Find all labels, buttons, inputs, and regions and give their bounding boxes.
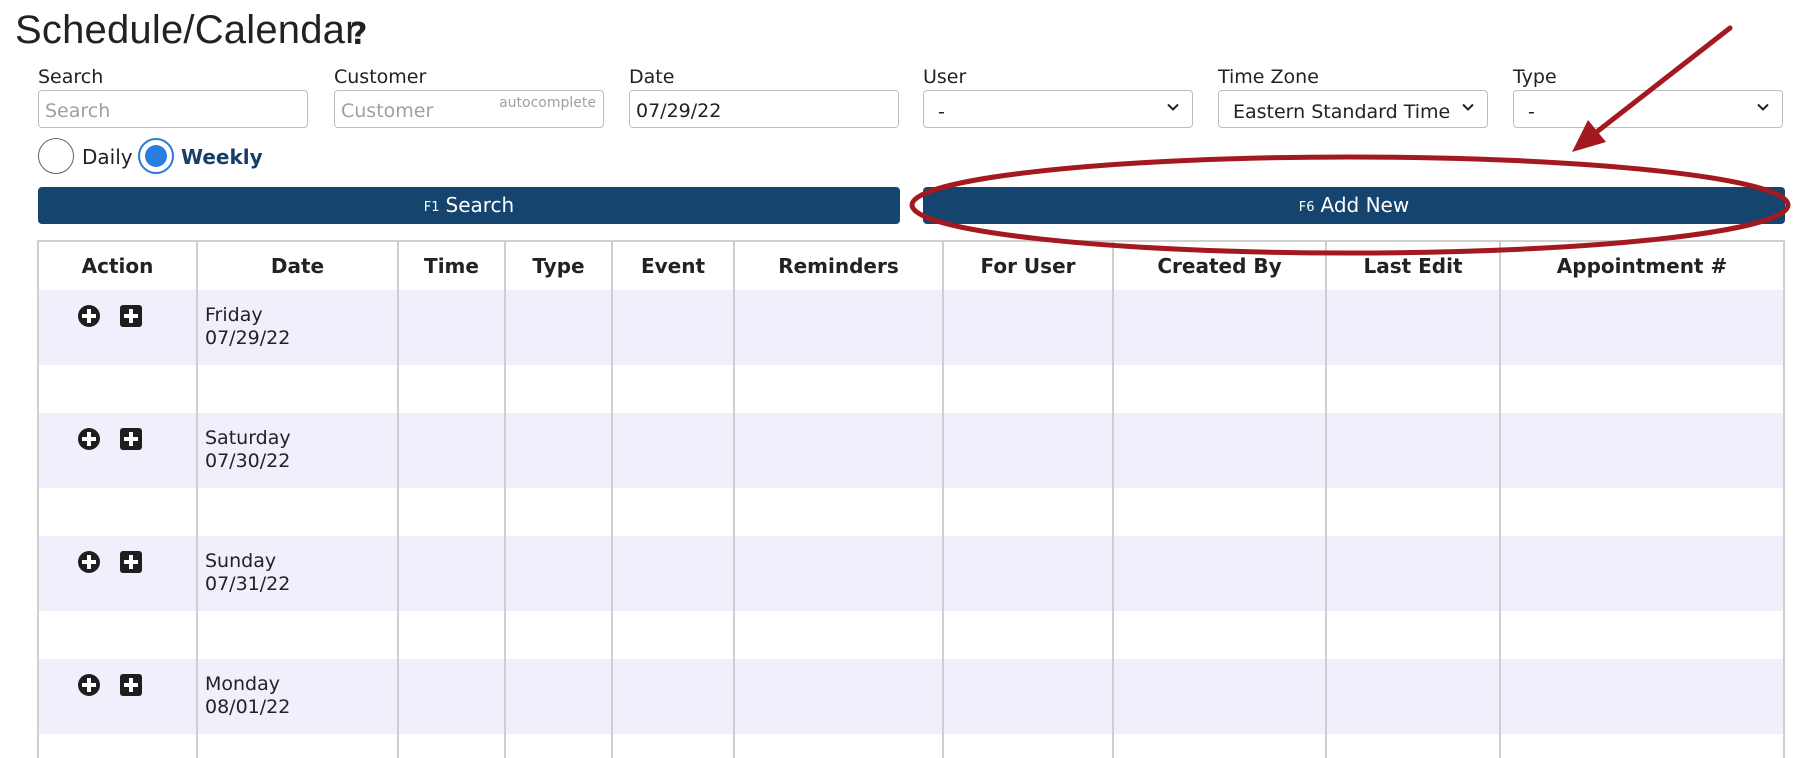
column-header-appointment-number[interactable]: Appointment # [1500,242,1783,290]
column-header-created-by[interactable]: Created By [1113,242,1327,290]
column-header-time[interactable]: Time [398,242,506,290]
date-label: Date [629,66,675,88]
chevron-down-icon [1757,103,1769,111]
search-field: Search [38,66,308,128]
plus-square-icon[interactable] [119,550,143,574]
customer-field: Customer autocomplete [334,66,604,128]
chevron-down-icon [1462,103,1474,111]
column-header-date[interactable]: Date [197,242,399,290]
table-row [39,734,1783,758]
time-zone-field: Time Zone Eastern Standard Time [1218,66,1488,128]
time-zone-label: Time Zone [1218,66,1319,88]
type-field: Type - [1513,66,1783,128]
column-header-last-edit[interactable]: Last Edit [1326,242,1501,290]
table-row: Sunday 07/31/22 [39,536,1783,611]
search-label: Search [38,66,104,88]
plus-circle-icon[interactable] [77,550,101,574]
weekly-radio[interactable] [138,138,174,174]
action-cell [39,413,198,488]
page-title: Schedule/Calendar [15,8,359,52]
time-zone-select-value: Eastern Standard Time [1233,101,1451,123]
column-header-action[interactable]: Action [39,242,198,290]
add-new-button-label: Add New [1320,193,1410,217]
action-cell [39,290,198,365]
plus-circle-icon[interactable] [77,673,101,697]
table-row: Saturday 07/30/22 [39,413,1783,488]
plus-circle-icon[interactable] [77,304,101,328]
table-row: Monday 08/01/22 [39,659,1783,734]
weekday-text: Friday [205,304,263,326]
schedule-table: Action Date Time Type Event Reminders Fo… [37,240,1785,758]
type-select[interactable]: - [1513,90,1783,128]
date-text: 07/30/22 [205,450,291,472]
user-select[interactable]: - [923,90,1193,128]
table-row [39,611,1783,659]
date-text: 07/29/22 [205,327,291,349]
column-header-event[interactable]: Event [612,242,735,290]
table-row [39,365,1783,413]
chevron-down-icon [1167,103,1179,111]
weekly-radio-label[interactable]: Weekly [181,145,263,169]
action-cell [39,536,198,611]
user-select-value: - [938,101,945,123]
user-label: User [923,66,967,88]
search-button[interactable]: F1 Search [38,187,900,224]
plus-square-icon[interactable] [119,427,143,451]
search-button-fkey: F1 [423,200,440,215]
column-header-for-user[interactable]: For User [943,242,1114,290]
plus-square-icon[interactable] [119,304,143,328]
table-row: Friday 07/29/22 [39,290,1783,365]
user-field: User - [923,66,1193,128]
date-field: Date [629,66,899,128]
type-label: Type [1513,66,1557,88]
help-icon[interactable]: ? [350,17,367,52]
search-button-label: Search [445,193,515,217]
daily-radio[interactable] [38,138,74,174]
weekday-text: Sunday [205,550,277,572]
daily-radio-label[interactable]: Daily [82,145,133,169]
type-select-value: - [1528,101,1535,123]
date-cell: Monday 08/01/22 [197,659,399,734]
date-input[interactable] [629,90,899,128]
customer-label: Customer [334,66,427,88]
table-row [39,488,1783,536]
action-cell [39,659,198,734]
date-cell: Saturday 07/30/22 [197,413,399,488]
table-header-row: Action Date Time Type Event Reminders Fo… [39,242,1783,290]
weekday-text: Monday [205,673,281,695]
weekday-text: Saturday [205,427,291,449]
add-new-button[interactable]: F6 Add New [923,187,1785,224]
date-cell: Friday 07/29/22 [197,290,399,365]
date-text: 07/31/22 [205,573,291,595]
date-cell: Sunday 07/31/22 [197,536,399,611]
plus-circle-icon[interactable] [77,427,101,451]
column-header-type[interactable]: Type [505,242,613,290]
plus-square-icon[interactable] [119,673,143,697]
autocomplete-hint: autocomplete [499,95,596,111]
search-input[interactable] [38,90,308,128]
add-new-button-fkey: F6 [1298,200,1315,215]
time-zone-select[interactable]: Eastern Standard Time [1218,90,1488,128]
date-text: 08/01/22 [205,696,291,718]
column-header-reminders[interactable]: Reminders [734,242,944,290]
